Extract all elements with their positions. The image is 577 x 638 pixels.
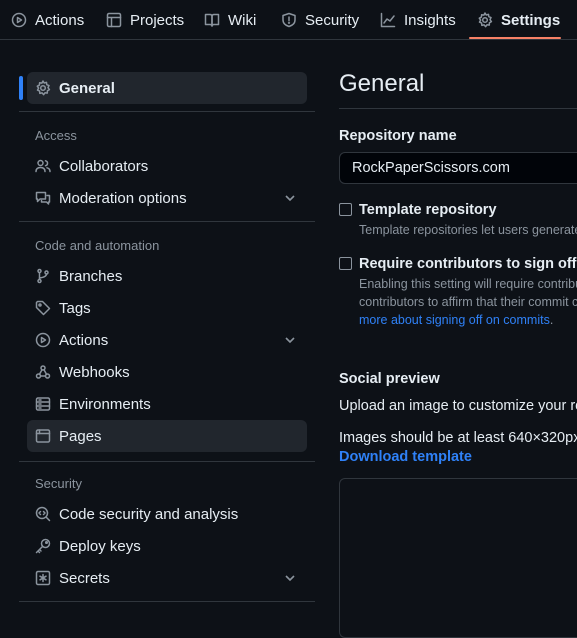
play-circle-icon	[35, 332, 51, 348]
sidebar-item-label: Environments	[59, 395, 151, 413]
sidebar-item-general[interactable]: General	[27, 72, 307, 104]
social-preview-heading: Social preview	[339, 371, 440, 387]
sidebar-item-pages[interactable]: Pages	[27, 420, 307, 452]
webhook-icon	[35, 364, 51, 380]
sidebar-divider	[19, 461, 315, 462]
sidebar-heading-security: Security	[35, 476, 82, 491]
sidebar-item-moderation-options[interactable]: Moderation options	[27, 182, 307, 214]
comment-discussion-icon	[35, 190, 51, 206]
sidebar-item-label: Tags	[59, 299, 91, 317]
git-branch-icon	[35, 268, 51, 284]
selected-indicator	[19, 76, 23, 100]
sidebar-item-branches[interactable]: Branches	[27, 260, 307, 292]
tab-security-label: Security	[305, 11, 360, 29]
gear-icon	[477, 12, 493, 28]
browser-icon	[35, 428, 51, 444]
sidebar-item-actions[interactable]: Actions	[27, 324, 307, 356]
table-icon	[106, 12, 122, 28]
active-tab-indicator	[469, 37, 561, 39]
sidebar-item-code-security[interactable]: Code security and analysis	[27, 498, 307, 530]
sidebar-item-label: Webhooks	[59, 363, 130, 381]
image-size-note: Images should be at least 640×320px (	[339, 430, 577, 446]
signoff-learn-more-link[interactable]: more about signing off on commits	[359, 313, 550, 327]
book-icon	[204, 12, 220, 28]
tab-projects-label: Projects	[130, 11, 185, 29]
sidebar-item-label: Pages	[59, 427, 102, 445]
tab-settings[interactable]: Settings	[477, 0, 560, 40]
template-repo-label: Template repository	[359, 202, 497, 218]
signoff-note-line1: Enabling this setting will require contr…	[359, 277, 577, 291]
sidebar-item-label: Secrets	[59, 569, 110, 587]
sidebar-heading-code-automation: Code and automation	[35, 238, 160, 253]
chevron-down-icon[interactable]	[283, 191, 297, 205]
sidebar-item-label: Moderation options	[59, 189, 187, 207]
tab-insights[interactable]: Insights	[380, 0, 456, 40]
signoff-note-line3: more about signing off on commits.	[359, 313, 553, 327]
sidebar-item-label: Deploy keys	[59, 537, 141, 555]
sidebar-item-label: Collaborators	[59, 157, 149, 175]
download-template-link[interactable]: Download template	[339, 449, 472, 465]
sidebar-divider	[19, 111, 315, 112]
repo-tab-bar: Actions Projects Wiki Security Insights …	[0, 0, 577, 40]
title-divider	[339, 108, 577, 109]
signoff-label: Require contributors to sign off on	[359, 256, 577, 272]
server-icon	[35, 396, 51, 412]
shield-icon	[281, 12, 297, 28]
sidebar-divider	[19, 601, 315, 602]
template-repo-note: Template repositories let users generate…	[359, 223, 577, 237]
template-repo-checkbox[interactable]	[339, 203, 352, 216]
sidebar-item-label: General	[59, 79, 115, 97]
signoff-note-end: .	[549, 313, 554, 327]
page-title: General	[339, 70, 425, 97]
tab-actions[interactable]: Actions	[11, 0, 84, 40]
key-icon	[35, 538, 51, 554]
codescan-icon	[35, 506, 51, 522]
repo-name-label: Repository name	[339, 128, 457, 144]
tab-wiki-label: Wiki	[228, 11, 257, 29]
tag-icon	[35, 300, 51, 316]
sidebar-item-environments[interactable]: Environments	[27, 388, 307, 420]
chevron-down-icon[interactable]	[283, 333, 297, 347]
repo-name-input[interactable]	[339, 152, 577, 184]
gear-icon	[35, 80, 51, 96]
sidebar-item-collaborators[interactable]: Collaborators	[27, 150, 307, 182]
sidebar-item-webhooks[interactable]: Webhooks	[27, 356, 307, 388]
sidebar-item-tags[interactable]: Tags	[27, 292, 307, 324]
chevron-down-icon[interactable]	[283, 571, 297, 585]
graph-icon	[380, 12, 396, 28]
signoff-checkbox[interactable]	[339, 257, 352, 270]
signoff-note-line2: contributors to affirm that their commit…	[359, 295, 577, 309]
tab-settings-label: Settings	[501, 11, 561, 29]
tab-wiki[interactable]: Wiki	[204, 0, 256, 40]
tab-actions-label: Actions	[35, 11, 85, 29]
play-circle-icon	[11, 12, 27, 28]
sidebar-heading-access: Access	[35, 128, 77, 143]
sidebar-item-label: Branches	[59, 267, 123, 285]
sidebar-item-label: Code security and analysis	[59, 505, 239, 523]
people-icon	[35, 158, 51, 174]
tab-insights-label: Insights	[404, 11, 456, 29]
sidebar-divider	[19, 221, 315, 222]
upload-instructions: Upload an image to customize your rep	[339, 398, 577, 414]
tab-security[interactable]: Security	[281, 0, 359, 40]
tab-projects[interactable]: Projects	[106, 0, 184, 40]
asterisk-box-icon	[35, 570, 51, 586]
sidebar-item-secrets[interactable]: Secrets	[27, 562, 307, 594]
sidebar-item-deploy-keys[interactable]: Deploy keys	[27, 530, 307, 562]
social-preview-image-area[interactable]	[339, 478, 577, 638]
sidebar-item-label: Actions	[59, 331, 109, 349]
